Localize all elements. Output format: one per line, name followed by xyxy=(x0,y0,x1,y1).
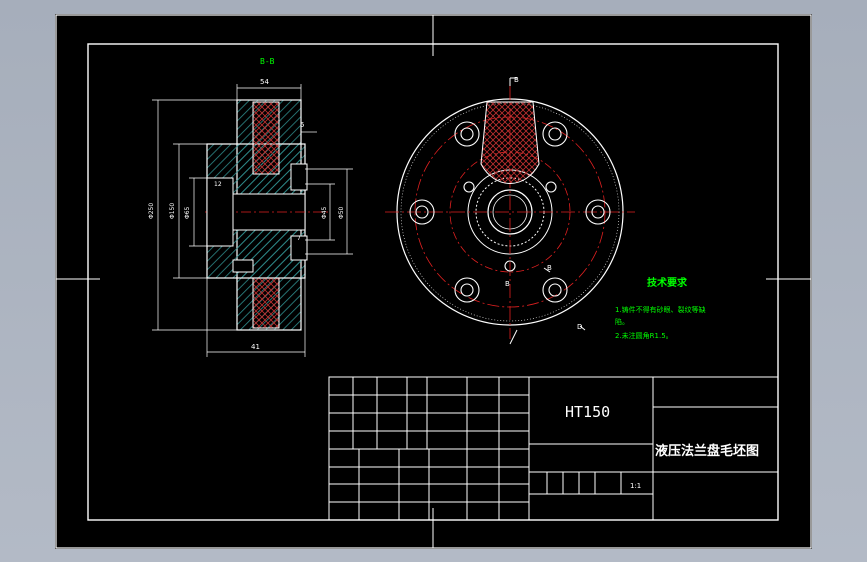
bolt-hole-2 xyxy=(542,121,568,147)
note-line-2: 陷。 xyxy=(615,317,629,326)
dim-top-width: 54 xyxy=(260,78,269,86)
bolt-hole-5 xyxy=(454,277,480,303)
drawing-sheet[interactable]: B-B 54 41 5 12 7 Φ250 Φ150 Φ65 Φ45 Φ50 B… xyxy=(55,14,812,549)
bolt-passage-top xyxy=(252,101,280,175)
front-view xyxy=(385,77,635,345)
section-label: B-B xyxy=(260,57,275,66)
bolt-hole-6 xyxy=(542,277,568,303)
drawing-name: 液压法兰盘毛坯图 xyxy=(655,443,759,459)
scale-text: 1:1 xyxy=(630,482,641,490)
cut-mark-bottom-left: B xyxy=(505,280,510,288)
drawing-canvas: B-B 54 41 5 12 7 Φ250 Φ150 Φ65 Φ45 Φ50 B… xyxy=(55,14,812,549)
small-hole-left xyxy=(463,181,475,193)
dim-d-inner: Φ65 xyxy=(184,206,191,219)
notes-title: 技术要求 xyxy=(647,276,688,289)
dim-d-hub: Φ50 xyxy=(338,206,345,219)
cad-viewport[interactable]: B-B 54 41 5 12 7 Φ250 Φ150 Φ65 Φ45 Φ50 B… xyxy=(0,0,867,562)
dim-d-bore: Φ45 xyxy=(321,206,328,219)
counterbore xyxy=(206,177,234,247)
note-line-1: 1.铸件不得有砂眼、裂纹等缺 xyxy=(615,305,706,314)
dim-small-left: 12 xyxy=(214,181,222,188)
bolt-hole-1 xyxy=(454,121,480,147)
step-right-top xyxy=(290,163,308,191)
dim-d-outer: Φ250 xyxy=(148,203,155,219)
section-view xyxy=(152,84,353,357)
dim-small-center: 7 xyxy=(297,235,301,242)
oil-hole xyxy=(232,259,254,273)
material-text: HT150 xyxy=(565,403,610,421)
cut-mark-right: D xyxy=(577,323,582,331)
dim-d-mid: Φ150 xyxy=(169,203,176,219)
cut-mark-top: B xyxy=(514,76,519,84)
bolt-passage-bottom xyxy=(252,277,280,329)
cut-mark-bottom-mid: B xyxy=(547,264,552,272)
note-line-3: 2.未注圆角R1.5。 xyxy=(615,331,673,340)
dim-shoulder: 5 xyxy=(300,121,304,129)
small-hole-right xyxy=(545,181,557,193)
sheet-border xyxy=(55,14,812,549)
dim-bottom-width: 41 xyxy=(251,343,260,351)
radial-passage xyxy=(480,101,540,184)
